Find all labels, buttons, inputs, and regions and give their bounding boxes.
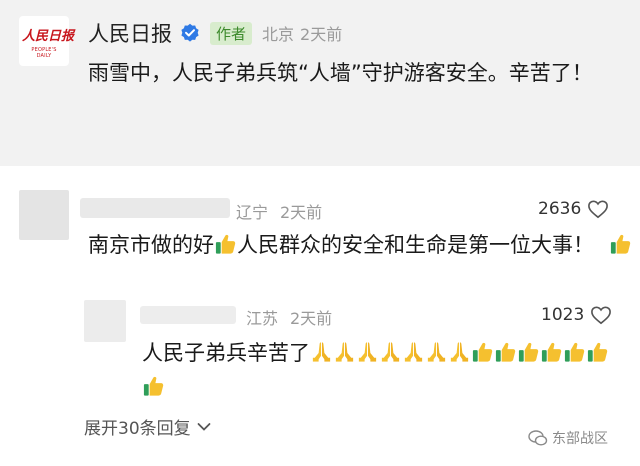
- commenter-name-blurred[interactable]: [80, 198, 230, 218]
- expand-replies-label: 展开30条回复: [84, 419, 191, 439]
- watermark: 东部战区: [528, 428, 608, 448]
- thumbs-up-icon: [142, 374, 165, 398]
- thumbs-up-icon: [214, 232, 237, 256]
- author-row: 人民日报 作者 北京 2天前: [88, 18, 342, 48]
- thumbs-up-icon: [563, 340, 586, 364]
- commenter-avatar[interactable]: [19, 190, 69, 240]
- thumbs-up-icon: [540, 340, 563, 364]
- reply-name-blurred[interactable]: [140, 306, 236, 324]
- author-badge: 作者: [210, 21, 253, 45]
- thumbs-up-icon: [586, 340, 609, 364]
- verified-icon: [181, 23, 199, 42]
- reply-avatar[interactable]: [84, 300, 126, 342]
- post-time: 2天前: [300, 25, 343, 44]
- watermark-text: 东部战区: [552, 431, 608, 447]
- reply-time: 2天前: [290, 309, 333, 328]
- thumbs-up-icon: [494, 340, 517, 364]
- comment-text-part2: 人民群众的安全和生命是第一位大事！: [237, 233, 594, 257]
- author-name[interactable]: 人民日报: [88, 18, 172, 48]
- heart-icon: [591, 306, 612, 325]
- wechat-icon: [528, 430, 548, 446]
- comment-text-part1: 南京市做的好: [88, 233, 214, 257]
- post-header: 人民日报 PEOPLE'S DAILY 人民日报 作者 北京 2天前 雨雪中，人…: [0, 0, 640, 166]
- reply-like-button[interactable]: 1023: [541, 305, 612, 325]
- heart-icon: [588, 200, 609, 219]
- like-button[interactable]: 2636: [538, 199, 609, 219]
- reply-text: 人民子弟兵辛苦了: [142, 336, 622, 404]
- logo-text: 人民日报: [22, 29, 75, 44]
- folded-hands-icon: [310, 340, 333, 364]
- comment-time: 2天前: [280, 203, 323, 222]
- comment-location: 辽宁: [236, 203, 269, 222]
- thumbs-up-icon: [609, 232, 632, 256]
- reply-like-count: 1023: [541, 305, 585, 325]
- chevron-down-icon: [197, 422, 211, 431]
- folded-hands-icon: [356, 340, 379, 364]
- logo-subtext: PEOPLE'S DAILY: [31, 47, 57, 59]
- folded-hands-icon: [402, 340, 425, 364]
- folded-hands-icon: [333, 340, 356, 364]
- folded-hands-icon: [425, 340, 448, 364]
- folded-hands-icon: [379, 340, 402, 364]
- comment-text: 南京市做的好 人民群众的安全和生命是第一位大事！: [88, 228, 633, 262]
- thumbs-up-icon: [517, 340, 540, 364]
- post-location: 北京: [262, 25, 295, 44]
- post-text: 雨雪中，人民子弟兵筑“人墙”守护游客安全。辛苦了！: [88, 61, 593, 85]
- like-count: 2636: [538, 199, 582, 219]
- thumbs-up-icon: [471, 340, 494, 364]
- author-avatar[interactable]: 人民日报 PEOPLE'S DAILY: [19, 16, 74, 66]
- reply-text-content: 人民子弟兵辛苦了: [142, 341, 310, 365]
- reply-location: 江苏: [246, 309, 279, 328]
- expand-replies-button[interactable]: 展开30条回复: [84, 414, 211, 439]
- folded-hands-icon: [448, 340, 471, 364]
